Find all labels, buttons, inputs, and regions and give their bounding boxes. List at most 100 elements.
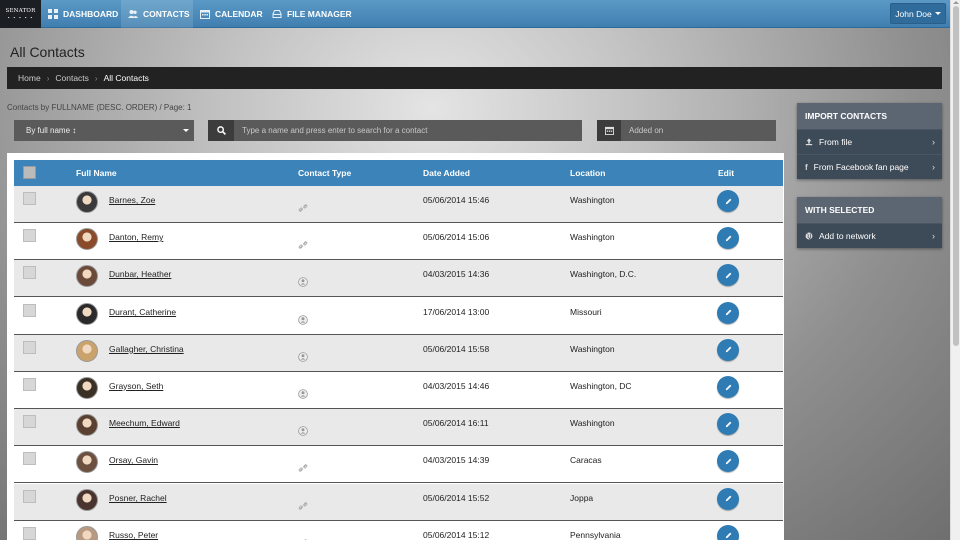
row-checkbox[interactable]	[23, 192, 36, 205]
nav-contacts[interactable]: CONTACTS	[121, 0, 193, 28]
import-from-file[interactable]: From file ›	[797, 129, 942, 154]
edit-button[interactable]	[717, 413, 739, 436]
nav-dashboard[interactable]: DASHBOARD	[41, 0, 121, 28]
table-row[interactable]: Orsay, Gavin 04/03/2015 14:39 Caracas	[14, 446, 783, 484]
row-checkbox[interactable]	[23, 526, 36, 540]
row-checkbox[interactable]	[23, 340, 36, 354]
nav-calendar[interactable]: CALENDAR	[193, 0, 265, 28]
table-row[interactable]: Posner, Rachel 05/06/2014 15:52 Joppa	[14, 483, 783, 521]
location: Washington	[570, 195, 615, 205]
select-all-checkbox[interactable]	[23, 166, 36, 179]
column-header-name[interactable]: Full Name	[76, 168, 117, 178]
contact-name-link[interactable]: Barnes, Zoe	[109, 195, 155, 205]
pencil-icon	[724, 271, 733, 280]
user-menu-button[interactable]: John Doe	[890, 3, 946, 24]
edit-button[interactable]	[717, 524, 739, 540]
table-row[interactable]: Durant, Catherine 17/06/2014 13:00 Missour…	[14, 297, 783, 335]
avatar	[76, 488, 98, 511]
contact-name-link[interactable]: Gallagher, Christina	[109, 344, 184, 354]
avatar	[76, 377, 98, 399]
contact-name-link[interactable]: Meechum, Edward	[109, 418, 180, 428]
chevron-down-icon	[183, 129, 189, 132]
add-to-network[interactable]: Add to network ›	[797, 223, 942, 248]
date-added: 05/06/2014 15:58	[423, 343, 490, 354]
row-checkbox[interactable]	[23, 489, 36, 503]
pencil-icon	[724, 308, 733, 317]
nav-calendar-label: CALENDAR	[215, 9, 263, 19]
edit-button[interactable]	[717, 264, 739, 287]
contact-name-link[interactable]: Posner, Rachel	[109, 493, 167, 503]
sort-selected-value: By full name ↕	[26, 126, 77, 135]
page-title: All Contacts	[10, 44, 85, 60]
table-row[interactable]: Dunbar, Heather 04/03/2015 14:36 Washingto…	[14, 260, 783, 298]
nav-file-manager[interactable]: FILE MANAGER	[265, 0, 355, 28]
person-icon	[298, 351, 308, 362]
avatar	[76, 191, 98, 213]
import-from-facebook[interactable]: f From Facebook fan page ›	[797, 154, 942, 179]
column-header-location[interactable]: Location	[570, 168, 605, 178]
link-icon	[298, 501, 308, 511]
pencil-icon	[724, 234, 733, 243]
breadcrumb-home[interactable]: Home	[18, 73, 41, 83]
list-subtitle: Contacts by FULLNAME (DESC. ORDER) / Pag…	[7, 103, 192, 112]
sort-select[interactable]: By full name ↕	[14, 120, 194, 141]
search-button[interactable]	[208, 120, 234, 141]
edit-button[interactable]	[717, 190, 739, 212]
edit-button[interactable]	[717, 376, 739, 398]
table-row[interactable]: Barnes, Zoe 05/06/2014 15:46 Washington	[14, 186, 783, 223]
edit-button[interactable]	[717, 301, 739, 324]
row-checkbox[interactable]	[23, 452, 36, 466]
date-filter-button[interactable]	[597, 120, 621, 141]
avatar	[76, 525, 98, 540]
table-row[interactable]: Meechum, Edward 05/06/2014 16:11 Washingto…	[14, 409, 783, 447]
pencil-icon	[724, 345, 733, 354]
contact-name-link[interactable]: Durant, Catherine	[109, 307, 176, 317]
avatar	[76, 451, 98, 474]
date-filter-input[interactable]	[629, 120, 769, 141]
scroll-up-arrow-icon[interactable]	[953, 1, 959, 4]
scrollbar-thumb[interactable]	[953, 6, 959, 346]
date-added: 17/06/2014 13:00	[423, 306, 490, 317]
pencil-icon	[724, 383, 733, 392]
contact-name-link[interactable]: Grayson, Seth	[109, 381, 163, 391]
facebook-icon: f	[805, 162, 808, 172]
contact-name-link[interactable]: Russo, Peter	[109, 530, 158, 540]
table-row[interactable]: Danton, Remy 05/06/2014 15:06 Washington	[14, 223, 783, 261]
column-header-type[interactable]: Contact Type	[298, 168, 351, 178]
scrollbar[interactable]	[950, 0, 960, 540]
contact-name-link[interactable]: Orsay, Gavin	[109, 455, 158, 465]
location: Washington, DC	[570, 381, 632, 391]
chevron-right-icon: ›	[94, 73, 98, 83]
row-checkbox[interactable]	[23, 378, 36, 391]
edit-button[interactable]	[717, 450, 739, 473]
table-row[interactable]: Grayson, Seth 04/03/2015 14:46 Washington,…	[14, 372, 783, 409]
top-navbar: SENATOR • • • • • DASHBOARD CONTACTS CAL…	[0, 0, 950, 28]
user-name: John Doe	[895, 8, 932, 19]
contact-name-link[interactable]: Dunbar, Heather	[109, 269, 171, 279]
row-checkbox[interactable]	[23, 415, 36, 429]
pencil-icon	[724, 494, 733, 503]
date-added: 05/06/2014 15:12	[423, 529, 490, 540]
edit-button[interactable]	[717, 487, 739, 510]
column-header-date[interactable]: Date Added	[423, 168, 470, 178]
app-logo[interactable]: SENATOR • • • • •	[0, 0, 41, 28]
table-row[interactable]: Russo, Peter 05/06/2014 15:12 Pennsylvania	[14, 520, 783, 540]
nav-contacts-label: CONTACTS	[143, 9, 190, 19]
calendar-icon	[604, 126, 614, 135]
contact-name-link[interactable]: Danton, Remy	[109, 232, 163, 242]
link-icon	[298, 463, 308, 473]
edit-button[interactable]	[717, 227, 739, 250]
add-to-network-label: Add to network	[819, 231, 876, 241]
chevron-right-icon: ›	[46, 73, 50, 83]
avatar	[76, 414, 98, 437]
edit-button[interactable]	[717, 338, 739, 361]
row-checkbox[interactable]	[23, 266, 36, 280]
breadcrumb-contacts[interactable]: Contacts	[55, 73, 89, 83]
avatar	[76, 228, 98, 251]
search-input[interactable]	[242, 120, 572, 141]
location: Missouri	[570, 306, 602, 317]
pencil-icon	[724, 457, 733, 466]
row-checkbox[interactable]	[23, 229, 36, 243]
row-checkbox[interactable]	[23, 303, 36, 317]
table-row[interactable]: Gallagher, Christina 05/06/2014 15:58 Wash…	[14, 334, 783, 372]
